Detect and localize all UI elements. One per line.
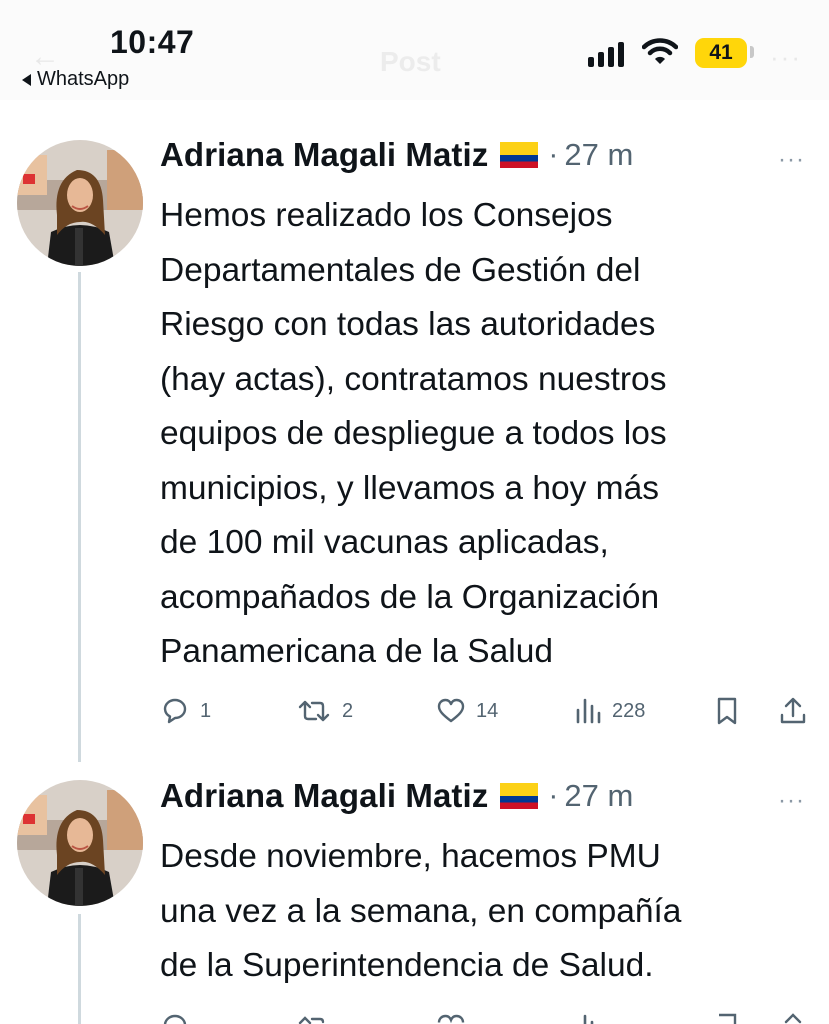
tweet-text-line: (hay actas), contratamos nuestros	[160, 360, 667, 398]
reply-button[interactable]: 1	[160, 696, 211, 726]
tweet-text-line: una vez a la semana, en compañía	[160, 892, 682, 930]
author-name[interactable]: Adriana Magali Matiz	[160, 777, 488, 815]
bookmark-button[interactable]	[714, 696, 740, 726]
views-count: 228	[612, 699, 646, 722]
tweet-text: Desde noviembre, hacemos PMU una vez a l…	[160, 830, 820, 994]
like-icon[interactable]	[436, 1012, 466, 1024]
separator-dot: ·	[548, 138, 559, 171]
tweet-text: Hemos realizado los Consejos Departament…	[160, 189, 820, 680]
colombia-flag-icon	[500, 142, 539, 168]
tweet-text-line: Desde noviembre, hacemos PMU	[160, 838, 661, 875]
faded-page-title: Post	[380, 46, 441, 77]
battery-tip	[750, 46, 754, 58]
tweet-header: Adriana Magali Matiz · 27 m	[160, 136, 633, 174]
like-button[interactable]: 14	[436, 696, 498, 726]
battery-indicator: 41	[695, 38, 747, 68]
tweet-actions	[0, 1012, 829, 1024]
faded-more-icon: ···	[770, 42, 802, 72]
more-icon[interactable]: ···	[778, 146, 805, 174]
avatar-photo	[17, 140, 143, 266]
author-name[interactable]: Adriana Magali Matiz	[160, 136, 488, 174]
tweet-text-line: Departamentales de Gestión del	[160, 251, 641, 289]
wifi-icon	[642, 38, 678, 64]
views-button[interactable]: 228	[574, 696, 645, 726]
views-icon	[576, 698, 601, 724]
back-app-label: WhatsApp	[37, 68, 130, 90]
repost-button[interactable]: 2	[296, 696, 353, 726]
colombia-flag-icon	[500, 783, 539, 809]
back-triangle-icon	[22, 73, 31, 86]
status-bar: ← Post ··· 10:47 WhatsApp 41	[0, 0, 829, 100]
tweet-header: Adriana Magali Matiz · 27 m	[160, 777, 633, 815]
tweet-text-line: de la Superintendencia de Salud.	[160, 947, 654, 984]
share-icon[interactable]	[778, 1012, 808, 1024]
thread-line	[78, 914, 81, 1024]
tweet-text-line: equipos de despliegue a todos los	[160, 415, 667, 452]
avatar[interactable]	[17, 780, 143, 906]
bookmark-icon[interactable]	[714, 1012, 740, 1024]
share-button[interactable]	[778, 696, 808, 726]
reply-count: 1	[200, 699, 212, 722]
tweet-text-line: municipios, y llevamos a hoy más	[160, 469, 659, 507]
share-icon	[780, 697, 806, 724]
clock-time: 10:47	[110, 24, 195, 60]
reply-icon[interactable]	[160, 1012, 190, 1024]
signal-icon	[588, 42, 624, 67]
repost-icon	[298, 700, 330, 722]
battery-level: 41	[709, 41, 733, 64]
avatar-photo	[17, 780, 143, 906]
tweet-text-line: Riesgo con todas las autoridades	[160, 306, 656, 343]
views-icon[interactable]	[574, 1012, 602, 1024]
tweet-text-line: Panamericana de la Salud	[160, 633, 553, 670]
repost-icon[interactable]	[296, 1012, 332, 1024]
reply-icon	[163, 698, 187, 724]
thread-line	[78, 272, 81, 762]
repost-count: 2	[342, 699, 354, 722]
tweet-text-line: de 100 mil vacunas aplicadas,	[160, 524, 609, 561]
timestamp[interactable]: 27 m	[564, 137, 633, 173]
more-icon[interactable]: ···	[778, 787, 805, 815]
like-icon	[437, 698, 465, 723]
separator-dot: ·	[548, 779, 559, 812]
tweet-text-line: acompañados de la Organización	[160, 578, 660, 616]
timestamp[interactable]: 27 m	[564, 778, 633, 814]
bookmark-icon	[717, 697, 737, 725]
tweet-text-line: Hemos realizado los Consejos	[160, 197, 613, 234]
like-count: 14	[476, 699, 499, 722]
avatar[interactable]	[17, 140, 143, 266]
back-to-app-link[interactable]: WhatsApp	[22, 68, 129, 91]
tweet-actions: 1 2 14 228	[0, 696, 829, 736]
